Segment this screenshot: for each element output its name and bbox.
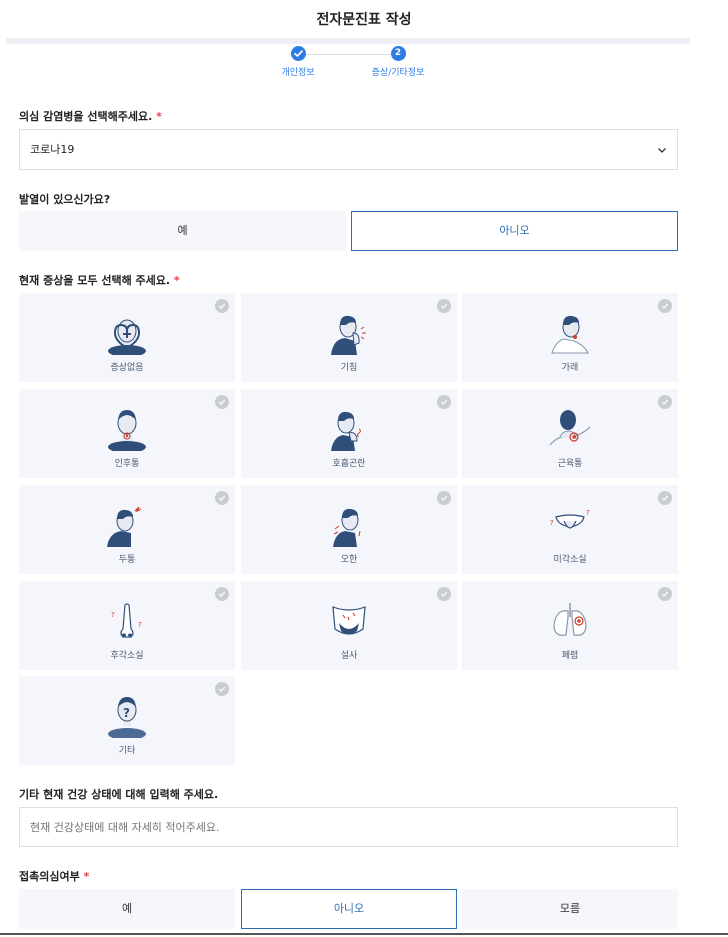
check-icon [437,587,451,601]
cough-icon [331,315,366,355]
symptom-label: 오한 [340,555,358,565]
symptom-grid: 증상없음 기침 가래 인후통 호흡곤란 근육통 두통 오한 ? ? 미각소실 ?… [19,293,678,765]
check-icon [215,395,229,409]
page-header: 전자문진표 작성 [0,0,728,38]
contact-unknown-button[interactable]: 모름 [462,889,678,929]
check-icon [658,299,672,313]
taste-loss-icon: ? ? [550,509,590,529]
fever-question: 발열이 있으신가요? [19,193,111,206]
progress-stepper: 개인정보 2 증상/기타정보 [0,46,728,82]
symptom-label: 설사 [340,651,358,661]
step-label: 증상/기타정보 [371,68,425,78]
question-text: 의심 감염병을 선택해주세요. [19,110,153,123]
svg-text:?: ? [123,706,130,720]
check-icon [215,299,229,313]
symptom-card-diarrhea[interactable]: 설사 [241,581,457,670]
symptom-label: 인후통 [114,459,140,469]
disease-question: 의심 감염병을 선택해주세요. * [19,108,162,124]
question-text: 현재 증상을 모두 선택해 주세요. [19,274,171,287]
check-icon [437,395,451,409]
symptom-label: 호흡곤란 [332,459,366,469]
header-divider [6,38,690,44]
svg-text:?: ? [138,621,142,629]
symptom-label: 후각소실 [110,651,144,661]
check-icon [215,682,229,696]
page-title: 전자문진표 작성 [316,12,412,28]
symptom-card-taste-loss[interactable]: ? ? 미각소실 [462,485,678,574]
headache-icon [107,506,142,547]
symptom-label: 가래 [561,363,579,373]
step-label: 개인정보 [281,68,315,78]
fever-no-button[interactable]: 아니오 [351,211,678,251]
required-mark: * [83,870,90,883]
symptoms-question: 현재 증상을 모두 선택해 주세요. * [19,272,180,288]
muscle-pain-icon [549,410,591,446]
question-text: 접촉의심여부 [19,870,80,883]
check-icon [437,299,451,313]
contact-no-button[interactable]: 아니오 [241,889,457,929]
step-number: 2 [390,46,406,61]
symptom-card-smell-loss[interactable]: ? ? 후각소실 [19,581,235,670]
select-value: 코로나19 [30,143,75,156]
diarrhea-icon [332,606,366,635]
symptom-card-breathing[interactable]: 호흡곤란 [241,389,457,478]
symptom-card-muscle-pain[interactable]: 근육통 [462,389,678,478]
symptom-card-sore-throat[interactable]: 인후통 [19,389,235,478]
symptom-label: 증상없음 [110,363,144,373]
step-personal-info: 개인정보 [258,46,338,78]
check-icon [215,587,229,601]
symptom-card-cough[interactable]: 기침 [241,293,457,382]
health-status-input[interactable] [19,807,678,847]
question-person-icon: ? [108,697,146,738]
contact-question: 접촉의심여부 * [19,868,89,884]
required-mark: * [173,274,180,287]
phlegm-icon [551,315,589,354]
check-icon [658,395,672,409]
fever-yes-button[interactable]: 예 [19,211,346,251]
svg-text:?: ? [586,509,590,517]
check-icon [658,587,672,601]
contact-yes-button[interactable]: 예 [19,889,235,929]
bottom-divider [0,933,728,935]
smell-loss-icon: ? ? [111,603,142,638]
symptom-label: 두통 [118,555,136,565]
symptom-card-none[interactable]: 증상없음 [19,293,235,382]
chills-icon [333,508,361,547]
svg-text:?: ? [550,519,554,527]
required-mark: * [156,110,162,123]
check-icon [658,491,672,505]
check-icon [290,46,306,61]
check-icon [437,491,451,505]
disease-select[interactable]: 코로나19 [19,129,678,170]
symptom-label: 기타 [118,746,136,756]
symptom-label: 폐렴 [561,651,579,661]
symptom-label: 미각소실 [553,555,587,565]
symptom-card-phlegm[interactable]: 가래 [462,293,678,382]
sore-throat-icon [108,410,146,451]
symptom-label: 기침 [340,363,358,373]
lungs-icon [553,603,587,636]
symptom-card-other[interactable]: ? 기타 [19,676,235,765]
svg-text:?: ? [111,611,115,619]
heart-face-icon [108,319,146,355]
check-icon [215,491,229,505]
symptom-card-headache[interactable]: 두통 [19,485,235,574]
symptom-label: 근육통 [557,459,583,469]
other-health-question: 기타 현재 건강 상태에 대해 입력해 주세요. [19,788,219,801]
chevron-down-icon [658,148,666,153]
symptom-card-pneumonia[interactable]: 폐렴 [462,581,678,670]
symptom-card-chills[interactable]: 오한 [241,485,457,574]
breathing-icon [331,411,361,451]
step-symptoms-info: 2 증상/기타정보 [358,46,438,78]
